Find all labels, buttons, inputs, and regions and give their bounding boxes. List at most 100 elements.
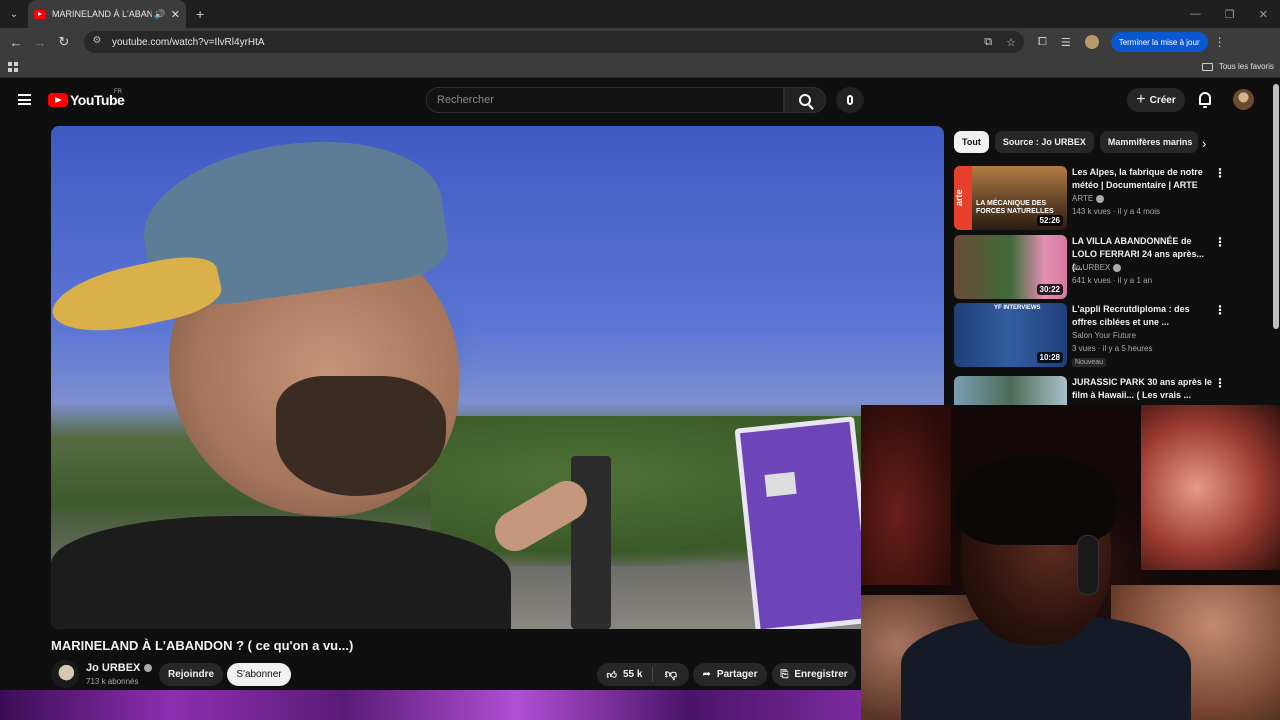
address-toolbar: ← → ↻ ⚙ youtube.com/watch?v=IlvRl4yrHtA … bbox=[0, 28, 1280, 56]
back-icon[interactable]: ← bbox=[4, 35, 28, 50]
save-button[interactable]: ⎘ Enregistrer bbox=[772, 663, 856, 686]
headset-icon bbox=[1077, 535, 1099, 595]
page-scrollbar[interactable] bbox=[1273, 84, 1279, 329]
share-button[interactable]: ➦ Partager bbox=[693, 663, 767, 686]
recommendation-item[interactable]: arte LA MÉCANIQUE DES FORCES NATURELLES … bbox=[954, 166, 1226, 230]
menu-hamburger-icon[interactable] bbox=[18, 94, 31, 105]
chrome-menu-icon[interactable]: ⋮ bbox=[1214, 35, 1226, 49]
search-icon bbox=[799, 94, 811, 106]
channel-name-text[interactable]: Jo URBEX bbox=[86, 662, 140, 674]
close-tab-icon[interactable]: ✕ bbox=[171, 8, 180, 21]
recommendation-channel-text[interactable]: Salon Your Future bbox=[1072, 331, 1136, 340]
verified-icon bbox=[144, 664, 153, 672]
account-avatar[interactable] bbox=[1233, 89, 1254, 110]
browser-tab-strip: ⌄ MARINELAND À L'ABANDON 🔊 ✕ + — ❐ ✕ bbox=[0, 0, 1280, 28]
duration-badge: 10:28 bbox=[1036, 352, 1063, 363]
youtube-play-icon bbox=[48, 93, 68, 107]
recommendation-channel[interactable]: Jo URBEX bbox=[1072, 263, 1122, 272]
thumbs-up-icon: 👍︎ bbox=[606, 669, 617, 681]
video-frame-shirt bbox=[51, 516, 511, 629]
more-options-icon[interactable]: ⋮ bbox=[1214, 376, 1224, 390]
folder-icon bbox=[1201, 62, 1213, 71]
like-dislike-group: 👍︎ 55 k 👎︎ bbox=[597, 663, 689, 686]
recommendation-item[interactable]: YF INTERVIEWS 10:28 L'appli Recrutdiplom… bbox=[954, 303, 1226, 367]
apps-grid-icon[interactable] bbox=[8, 61, 18, 72]
like-button[interactable]: 👍︎ 55 k bbox=[597, 667, 653, 682]
profile-avatar[interactable] bbox=[1084, 35, 1099, 49]
duration-badge: 30:22 bbox=[1036, 284, 1063, 295]
chip-source[interactable]: Source : Jo URBEX bbox=[994, 131, 1094, 153]
recommendation-item[interactable]: JURASSIC PARK 30 ans après le film à Haw… bbox=[954, 376, 1224, 406]
filter-chips: Tout Source : Jo URBEX Mammifères marins bbox=[954, 131, 1198, 153]
recommendation-channel[interactable]: ARTE bbox=[1072, 194, 1105, 203]
omnibox[interactable]: ⚙ youtube.com/watch?v=IlvRl4yrHtA ⧉ ☆ bbox=[84, 31, 1024, 53]
more-options-icon[interactable]: ⋮ bbox=[1214, 303, 1226, 317]
subscribe-button[interactable]: S'abonner bbox=[227, 663, 291, 686]
thumbs-down-icon: 👎︎ bbox=[664, 667, 678, 681]
channel-name[interactable]: Jo URBEX bbox=[86, 662, 153, 674]
video-frame-post bbox=[571, 456, 611, 629]
like-count: 55 k bbox=[622, 669, 643, 680]
reading-list-icon[interactable]: ☰ bbox=[1061, 36, 1071, 49]
close-window-icon[interactable]: ✕ bbox=[1259, 8, 1268, 21]
recommendation-title[interactable]: Les Alpes, la fabrique de notre météo | … bbox=[1072, 166, 1212, 192]
extensions-icon[interactable]: ⧠ bbox=[1038, 36, 1047, 49]
recommendation-item[interactable]: 30:22 LA VILLA ABANDONNÉE de LOLO FERRAR… bbox=[954, 235, 1226, 299]
channel-avatar[interactable] bbox=[51, 660, 79, 688]
forward-icon[interactable]: → bbox=[28, 35, 52, 50]
recommendation-thumbnail[interactable]: arte LA MÉCANIQUE DES FORCES NATURELLES … bbox=[954, 166, 1067, 230]
new-tab-icon[interactable]: + bbox=[196, 6, 204, 22]
create-label: Créer bbox=[1149, 94, 1176, 106]
plus-icon: + bbox=[1136, 91, 1146, 108]
recommendation-thumbnail[interactable] bbox=[954, 376, 1067, 406]
voice-search-button[interactable] bbox=[836, 87, 864, 113]
minimize-icon[interactable]: — bbox=[1190, 8, 1201, 21]
url-text[interactable]: youtube.com/watch?v=IlvRl4yrHtA bbox=[112, 37, 265, 48]
notifications-bell-icon[interactable] bbox=[1199, 92, 1211, 108]
all-bookmarks-label: Tous les favoris bbox=[1218, 62, 1274, 71]
youtube-logo[interactable]: YouTube FR bbox=[48, 89, 125, 108]
browser-tab-active[interactable]: MARINELAND À L'ABANDON 🔊 ✕ bbox=[28, 0, 186, 28]
webcam-wall bbox=[861, 405, 951, 585]
extensions-area: ⧠ ☰ bbox=[1038, 35, 1099, 49]
desktop-background-strip bbox=[0, 690, 861, 720]
bookmarks-bar: Tous les favoris bbox=[0, 56, 1280, 78]
search-button[interactable] bbox=[784, 87, 826, 113]
tab-search-icon[interactable]: ⌄ bbox=[4, 4, 24, 24]
install-app-icon[interactable]: ⧉ bbox=[984, 36, 992, 49]
recommendation-meta: 641 k vues · il y a 1 an bbox=[1072, 276, 1153, 285]
create-button[interactable]: + Créer bbox=[1127, 88, 1185, 112]
recommendation-channel[interactable]: Salon Your Future bbox=[1072, 331, 1136, 340]
verified-icon bbox=[1096, 194, 1105, 203]
webcam-person-hair bbox=[956, 455, 1116, 545]
bookmark-star-icon[interactable]: ☆ bbox=[1006, 36, 1016, 49]
save-label: Enregistrer bbox=[794, 669, 848, 680]
more-options-icon[interactable]: ⋮ bbox=[1214, 166, 1226, 180]
maximize-icon[interactable]: ❐ bbox=[1225, 8, 1235, 21]
search-input[interactable]: Rechercher bbox=[426, 87, 784, 113]
reload-icon[interactable]: ↻ bbox=[52, 34, 76, 50]
site-info-icon[interactable]: ⚙ bbox=[90, 35, 104, 49]
join-button[interactable]: Rejoindre bbox=[159, 663, 223, 686]
new-badge: Nouveau bbox=[1072, 358, 1107, 367]
window-controls: — ❐ ✕ bbox=[1190, 8, 1280, 21]
recommendation-channel-text[interactable]: ARTE bbox=[1072, 194, 1093, 203]
recommendation-channel-text[interactable]: Jo URBEX bbox=[1072, 263, 1110, 272]
all-bookmarks[interactable]: Tous les favoris bbox=[1201, 62, 1280, 71]
recommendation-title[interactable]: L'appli Recrutdiploma : des offres ciblé… bbox=[1072, 303, 1212, 329]
video-player[interactable] bbox=[51, 126, 944, 629]
recommendation-thumbnail[interactable]: YF INTERVIEWS 10:28 bbox=[954, 303, 1067, 367]
video-title: MARINELAND À L'ABANDON ? ( ce qu'on a vu… bbox=[51, 638, 354, 653]
audio-playing-icon[interactable]: 🔊 bbox=[154, 9, 165, 20]
chip-marine-mammals[interactable]: Mammifères marins bbox=[1099, 131, 1198, 153]
recommendation-title[interactable]: JURASSIC PARK 30 ans après le film à Haw… bbox=[1072, 376, 1212, 402]
chip-all[interactable]: Tout bbox=[954, 131, 989, 153]
recommendation-meta: 143 k vues · il y a 4 mois bbox=[1072, 207, 1161, 216]
recommendation-thumbnail[interactable]: 30:22 bbox=[954, 235, 1067, 299]
youtube-favicon-icon bbox=[34, 9, 46, 19]
webcam-poster bbox=[1141, 405, 1280, 570]
chevron-right-icon[interactable]: › bbox=[1202, 136, 1206, 151]
update-chrome-button[interactable]: Terminer la mise à jour bbox=[1110, 32, 1208, 52]
dislike-button[interactable]: 👎︎ bbox=[653, 667, 689, 682]
more-options-icon[interactable]: ⋮ bbox=[1214, 235, 1226, 249]
